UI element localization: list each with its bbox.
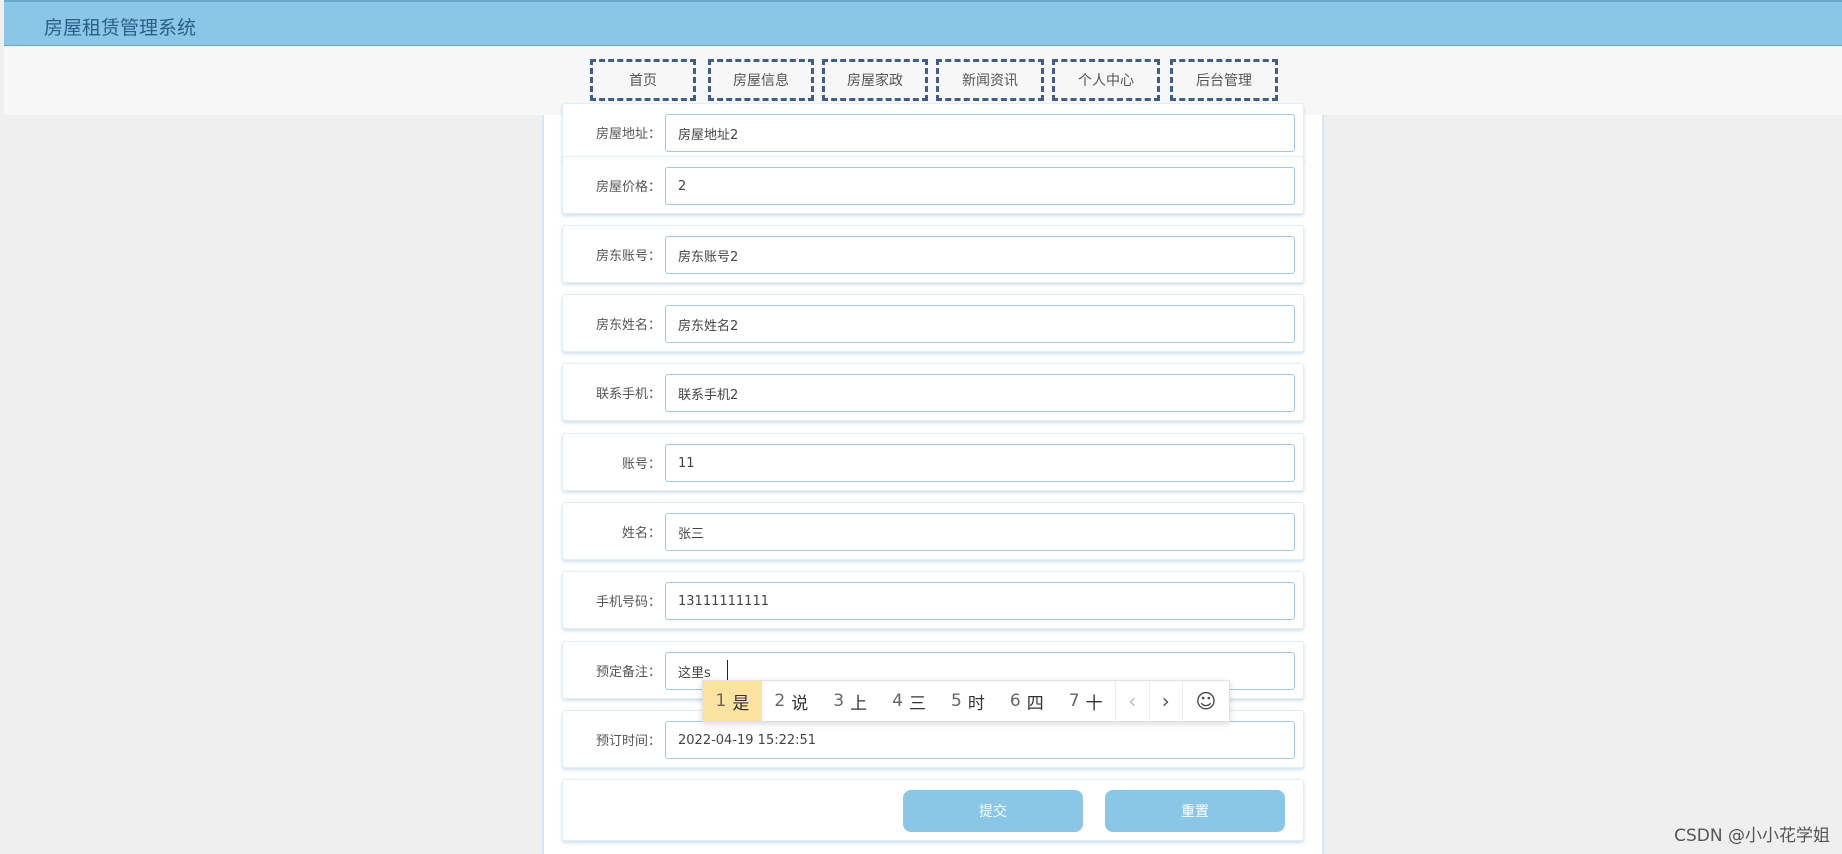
house-price-label: 房屋价格： bbox=[595, 179, 661, 195]
nav-item-house-service[interactable]: 房屋家政 bbox=[822, 59, 928, 101]
ime-next-page-icon[interactable]: › bbox=[1148, 681, 1182, 721]
form-row-mobile: 手机号码： bbox=[562, 571, 1304, 629]
watermark: CSDN @小小花学姐 bbox=[1674, 826, 1830, 846]
ime-prev-page-icon[interactable]: ‹ bbox=[1115, 681, 1148, 721]
house-address-input[interactable] bbox=[665, 114, 1295, 152]
booking-time-input[interactable] bbox=[665, 721, 1295, 759]
mobile-input[interactable] bbox=[665, 582, 1295, 620]
nav-item-house-info[interactable]: 房屋信息 bbox=[708, 59, 814, 101]
nav-item-news[interactable]: 新闻资讯 bbox=[936, 59, 1044, 101]
ime-candidate-bar: 1是 2说 3上 4三 5时 6四 7十 ‹ › ☺ bbox=[702, 680, 1230, 722]
ime-candidate[interactable]: 3上 bbox=[821, 681, 880, 721]
ime-candidate[interactable]: 1是 bbox=[703, 681, 762, 721]
booking-time-label: 预订时间： bbox=[595, 733, 661, 749]
text-cursor bbox=[727, 660, 728, 682]
name-input[interactable] bbox=[665, 513, 1295, 551]
ime-emoji-icon[interactable]: ☺ bbox=[1181, 681, 1229, 721]
form-row-landlord-account: 房东账号： bbox=[562, 225, 1304, 283]
account-label: 账号： bbox=[621, 456, 661, 472]
ime-candidate[interactable]: 4三 bbox=[880, 681, 939, 721]
landlord-account-label: 房东账号： bbox=[595, 248, 661, 264]
app-title: 房屋租赁管理系统 bbox=[44, 17, 197, 39]
reset-button[interactable]: 重置 bbox=[1105, 790, 1285, 832]
account-input[interactable] bbox=[665, 444, 1295, 482]
form-actions: 提交 重置 bbox=[562, 779, 1304, 841]
ime-candidate[interactable]: 7十 bbox=[1056, 681, 1115, 721]
landlord-name-label: 房东姓名： bbox=[595, 317, 661, 333]
form-row-account: 账号： bbox=[562, 433, 1304, 491]
mobile-label: 手机号码： bbox=[595, 594, 661, 610]
landlord-account-input[interactable] bbox=[665, 236, 1295, 274]
ime-candidate[interactable]: 6四 bbox=[997, 681, 1056, 721]
nav-item-admin[interactable]: 后台管理 bbox=[1170, 59, 1278, 101]
nav-item-personal-center[interactable]: 个人中心 bbox=[1052, 59, 1160, 101]
contact-phone-input[interactable] bbox=[665, 374, 1295, 412]
booking-note-label: 预定备注： bbox=[595, 664, 661, 680]
landlord-name-input[interactable] bbox=[665, 305, 1295, 343]
name-label: 姓名： bbox=[621, 525, 661, 541]
house-address-label: 房屋地址： bbox=[595, 126, 661, 142]
form-row-contact-phone: 联系手机： bbox=[562, 363, 1304, 421]
title-bar: 房屋租赁管理系统 bbox=[4, 0, 1842, 46]
form-row-name: 姓名： bbox=[562, 502, 1304, 560]
form-row-house-address: 房屋地址： bbox=[562, 103, 1304, 161]
contact-phone-label: 联系手机： bbox=[595, 386, 661, 402]
submit-button[interactable]: 提交 bbox=[903, 790, 1083, 832]
ime-candidate[interactable]: 2说 bbox=[762, 681, 821, 721]
nav-item-home[interactable]: 首页 bbox=[590, 59, 696, 101]
house-price-input[interactable] bbox=[665, 167, 1295, 205]
booking-form-panel: 房屋地址： 房屋价格： 房东账号： 房东姓名： 联系手机： 账号： 姓名： 手机… bbox=[542, 103, 1324, 854]
form-row-landlord-name: 房东姓名： bbox=[562, 294, 1304, 352]
form-row-house-price: 房屋价格： bbox=[562, 156, 1304, 214]
ime-candidate[interactable]: 5时 bbox=[939, 681, 998, 721]
